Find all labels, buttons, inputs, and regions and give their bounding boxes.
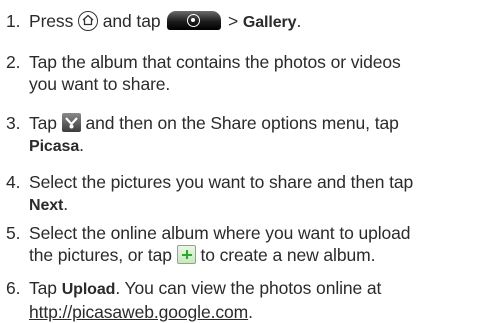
all-apps-launcher-icon	[167, 11, 222, 30]
step-number: 5.	[6, 223, 21, 243]
step-text-part: the pictures, or tap	[29, 245, 172, 265]
step-text-part: >	[228, 11, 243, 31]
picasa-label: Picasa	[29, 138, 80, 155]
step-text: Press and tap > Gallery.	[29, 10, 477, 34]
step-number: 4.	[6, 172, 21, 192]
step-text-part: Press	[29, 11, 74, 31]
share-icon	[61, 113, 81, 132]
step-text: Tap Upload. You can view the photos onli…	[29, 277, 477, 323]
step-text: Select the online album where you want t…	[29, 222, 477, 266]
step-text-part: . You can view the photos online at	[115, 278, 382, 298]
step-text-part: .	[79, 135, 84, 155]
step-number: 6.	[6, 278, 21, 298]
step-text-part: and tap	[102, 11, 161, 31]
step-line: Tap the album that contains the photos o…	[29, 52, 401, 72]
step-text-part: to create a new album.	[200, 245, 376, 265]
step-line: Select the online album where you want t…	[29, 223, 411, 243]
step-text-part: and then on the Share options menu, tap	[85, 113, 399, 133]
step-line: http://picasaweb.google.com.	[29, 301, 477, 323]
step-number: 2.	[6, 52, 21, 72]
picasa-web-link[interactable]: http://picasaweb.google.com	[29, 302, 248, 322]
gallery-label: Gallery	[242, 14, 297, 31]
step-line: Next.	[29, 193, 477, 217]
step-line: Picasa.	[29, 134, 477, 158]
step-text-part: Tap	[29, 113, 57, 133]
instructions-page: 1. Press and tap > Gallery. 2. Tap the a…	[0, 0, 485, 322]
step-number: 1.	[6, 11, 21, 31]
step-text-part: .	[248, 302, 253, 322]
home-icon	[78, 11, 98, 31]
next-label: Next	[29, 197, 64, 214]
step-text: Tap and then on the Share options menu, …	[29, 112, 477, 158]
step-line: the pictures, or tap to create a new alb…	[29, 244, 477, 266]
step-text: Select the pictures you want to share an…	[29, 171, 477, 217]
step-line: Select the pictures you want to share an…	[29, 172, 414, 192]
add-album-icon	[176, 245, 196, 264]
step-line: Tap Upload. You can view the photos onli…	[29, 277, 477, 301]
step-text-part: .	[296, 11, 302, 31]
upload-label: Upload	[61, 281, 116, 298]
step-line: you want to share.	[29, 74, 171, 94]
step-text: Tap the album that contains the photos o…	[29, 51, 477, 95]
step-text-part: .	[63, 194, 69, 214]
step-text-part: Tap	[29, 278, 57, 298]
step-line: Tap and then on the Share options menu, …	[29, 112, 477, 134]
step-number: 3.	[6, 113, 21, 133]
